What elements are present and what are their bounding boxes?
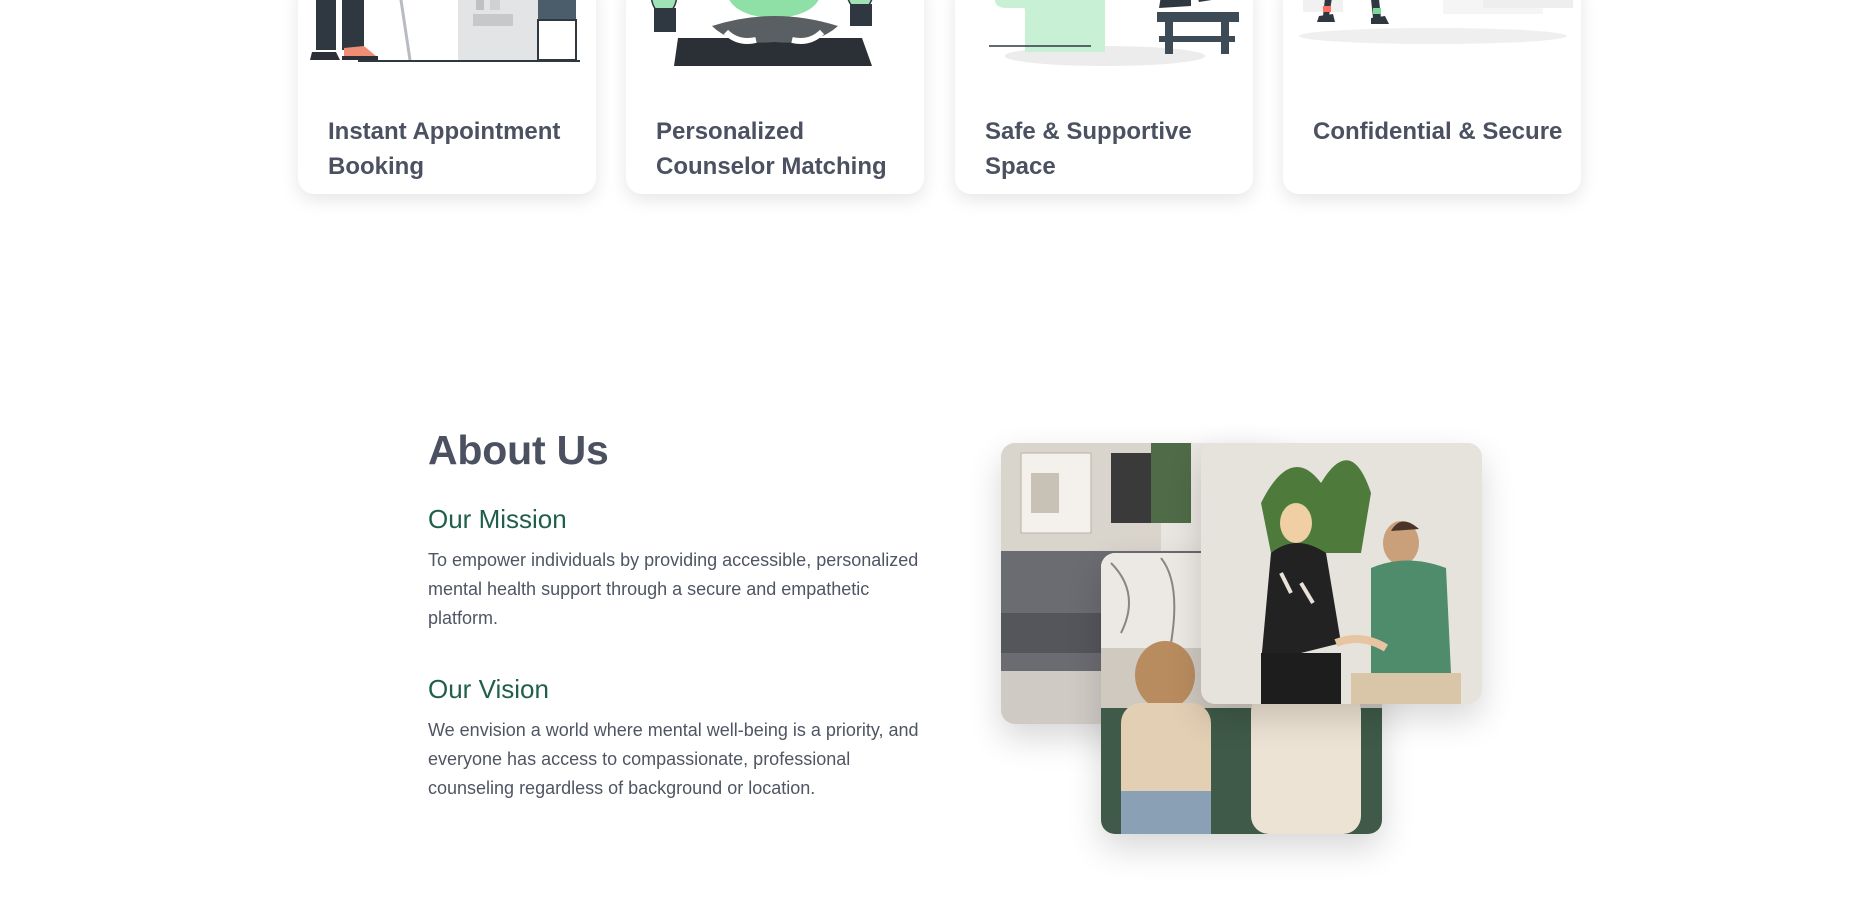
mission-heading: Our Mission	[428, 504, 567, 534]
feature-title: Confidential & Secure	[1313, 118, 1563, 145]
feature-card[interactable]: Personalized Counselor Matching	[626, 0, 924, 194]
feature-card[interactable]: Safe & Supportive Space	[955, 0, 1253, 194]
walking-person-illustration	[1283, 0, 1581, 75]
feature-title: Safe & Supportive Space	[985, 118, 1192, 180]
relaxing-chair-illustration	[955, 0, 1253, 75]
counseling-session-photo	[1201, 443, 1482, 704]
vision-text: We envision a world where mental well-be…	[428, 720, 919, 798]
features-section: Instant Appointment Booking Personalized…	[0, 0, 1872, 200]
mission-text: To empower individuals by providing acce…	[428, 550, 919, 628]
feature-card[interactable]: Instant Appointment Booking	[298, 0, 596, 194]
feature-card[interactable]: Confidential & Secure	[1283, 0, 1581, 194]
meditation-illustration	[626, 0, 924, 75]
vision-heading: Our Vision	[428, 674, 549, 704]
feature-title: Instant Appointment Booking	[328, 118, 561, 180]
feature-title: Personalized Counselor Matching	[656, 118, 887, 180]
person-at-desk-illustration	[298, 0, 596, 75]
about-title: About Us	[428, 427, 609, 473]
